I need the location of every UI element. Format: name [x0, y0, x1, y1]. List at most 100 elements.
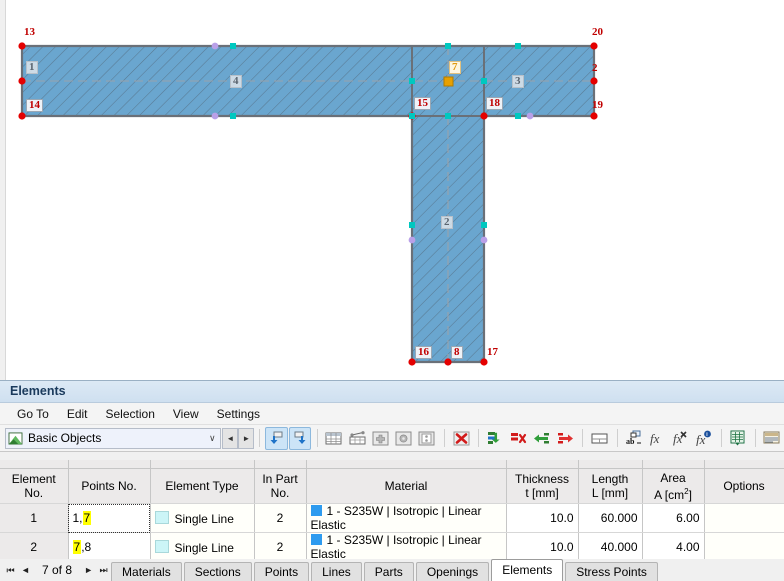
import-button[interactable] — [484, 427, 506, 450]
record-navigator: ⏮ ◄ 7 of 8 ► ⏭ — [0, 559, 111, 581]
cell-element-type[interactable]: Single Line — [150, 503, 255, 533]
col-line1: Element — [11, 472, 56, 486]
filter-cell[interactable] — [642, 460, 705, 469]
spinner-prev-icon[interactable]: ◄ — [222, 427, 239, 449]
cell-area[interactable]: 4.00 — [642, 532, 705, 562]
filter-cell[interactable] — [254, 460, 307, 469]
nav-first-icon[interactable]: ⏮ — [3, 565, 18, 576]
col-header-options[interactable]: Options — [704, 468, 784, 504]
delete-row-button[interactable] — [508, 427, 530, 450]
tab-stress-points[interactable]: Stress Points — [565, 562, 658, 581]
nav-prev-icon[interactable]: ◄ — [18, 565, 33, 575]
text-format-button[interactable]: ab — [623, 427, 645, 450]
menu-item-edit[interactable]: Edit — [58, 405, 97, 423]
tab-elements[interactable]: Elements — [491, 559, 564, 581]
text-format-icon: ab — [626, 430, 642, 446]
col-header-material[interactable]: Material — [306, 468, 507, 504]
redo-button[interactable] — [288, 426, 311, 450]
move-left-button[interactable] — [531, 427, 553, 450]
add-row-button[interactable] — [369, 427, 391, 450]
spinner-next-icon[interactable]: ► — [238, 427, 255, 449]
table-row[interactable]: 1 1,7 Single Line 2 1 - S235W | Isotropi… — [0, 503, 784, 533]
move-right-button[interactable] — [554, 427, 576, 450]
col-header-element-type[interactable]: Element Type — [150, 468, 255, 504]
cell-material[interactable]: 1 - S235W | Isotropic | Linear Elastic — [306, 503, 507, 533]
cell-area[interactable]: 6.00 — [642, 503, 705, 533]
tab-points[interactable]: Points — [253, 562, 310, 581]
function-info-button[interactable]: fx i — [692, 427, 714, 450]
nav-last-icon[interactable]: ⏭ — [96, 565, 111, 576]
redo-icon — [294, 431, 306, 444]
function-delete-button[interactable]: fx — [669, 427, 691, 450]
node-label: 14 — [26, 99, 43, 112]
element-label: 4 — [230, 75, 242, 88]
table-header-button[interactable] — [588, 427, 610, 450]
tab-lines[interactable]: Lines — [311, 562, 362, 581]
table-dots-icon — [418, 431, 435, 445]
cell-length[interactable]: 60.000 — [578, 503, 643, 533]
cell-material[interactable]: 1 - S235W | Isotropic | Linear Elastic — [306, 532, 507, 562]
col-header-points-no[interactable]: Points No. — [68, 468, 151, 504]
elements-table[interactable]: Element No. Points No. Element Type In P… — [0, 460, 784, 563]
table-link-button[interactable] — [346, 427, 368, 450]
cell-thickness[interactable]: 10.0 — [506, 503, 579, 533]
basic-objects-icon — [8, 431, 23, 445]
undo-button[interactable] — [265, 426, 288, 450]
undo-icon — [270, 431, 283, 444]
element-label: 2 — [592, 62, 598, 74]
filter-cell[interactable] — [0, 460, 69, 469]
points-highlight: 7 — [72, 540, 82, 554]
record-spinner[interactable]: ◄ ► — [222, 427, 255, 449]
filter-cell[interactable] — [68, 460, 151, 469]
element-type-label: Single Line — [174, 511, 234, 526]
table-dots-button[interactable] — [416, 427, 438, 450]
cell-options[interactable] — [704, 532, 784, 562]
menu-item-go-to[interactable]: Go To — [8, 405, 58, 423]
menu-item-settings[interactable]: Settings — [208, 405, 269, 423]
cell-points-no[interactable]: 7,8 — [68, 532, 151, 562]
chevron-down-icon[interactable]: ∨ — [204, 433, 220, 444]
table-grid-button[interactable] — [323, 427, 345, 450]
tab-materials[interactable]: Materials — [111, 562, 182, 581]
col-header-element-no[interactable]: Element No. — [0, 468, 69, 504]
cell-points-no[interactable]: 1,7 — [68, 503, 151, 533]
col-header-in-part-no[interactable]: In Part No. — [254, 468, 307, 504]
filter-cell[interactable] — [704, 460, 784, 469]
cell-in-part-no[interactable]: 2 — [254, 532, 307, 562]
node-label: 17 — [487, 346, 498, 358]
print-preview-button[interactable] — [761, 427, 783, 450]
cell-options[interactable] — [704, 503, 784, 533]
delete-button[interactable] — [450, 427, 472, 450]
filter-cell[interactable] — [150, 460, 255, 469]
tab-sections[interactable]: Sections — [183, 562, 252, 581]
cell-length[interactable]: 40.000 — [578, 532, 643, 562]
cad-canvas[interactable]: 13 20 14 19 15 18 16 8 17 1 4 7 3 2 2 — [0, 0, 784, 380]
node-label: 18 — [486, 97, 503, 110]
col-header-thickness[interactable]: Thickness t [mm] — [506, 468, 579, 504]
menu-item-view[interactable]: View — [164, 405, 208, 423]
object-type-combobox[interactable]: Basic Objects ∨ — [5, 427, 222, 449]
cell-in-part-no[interactable]: 2 — [254, 503, 307, 533]
tab-openings[interactable]: Openings — [415, 562, 490, 581]
filter-cell[interactable] — [306, 460, 507, 469]
cell-element-no[interactable]: 2 — [0, 532, 69, 562]
function-button[interactable]: fx — [646, 427, 668, 450]
selected-node-7 — [443, 76, 454, 87]
filter-cell[interactable] — [578, 460, 643, 469]
col-header-length[interactable]: Length L [mm] — [578, 468, 643, 504]
record-position: 7 of 8 — [42, 563, 73, 577]
cell-element-no[interactable]: 1 — [0, 503, 69, 533]
excel-export-button[interactable] — [727, 427, 749, 450]
table-row[interactable]: 2 7,8 Single Line 2 1 - S235W | Isotropi… — [0, 532, 784, 562]
col-header-area[interactable]: Area A [cm2] — [642, 468, 705, 504]
filter-cell[interactable] — [506, 460, 579, 469]
cell-element-type[interactable]: Single Line — [150, 532, 255, 562]
excel-export-icon — [730, 430, 745, 446]
tab-parts[interactable]: Parts — [363, 562, 414, 581]
settings-gear-button[interactable] — [393, 427, 415, 450]
col-line2: Element Type — [165, 479, 239, 493]
toolbar-separator — [616, 429, 618, 447]
nav-next-icon[interactable]: ► — [81, 565, 96, 575]
cell-thickness[interactable]: 10.0 — [506, 532, 579, 562]
menu-item-selection[interactable]: Selection — [97, 405, 164, 423]
